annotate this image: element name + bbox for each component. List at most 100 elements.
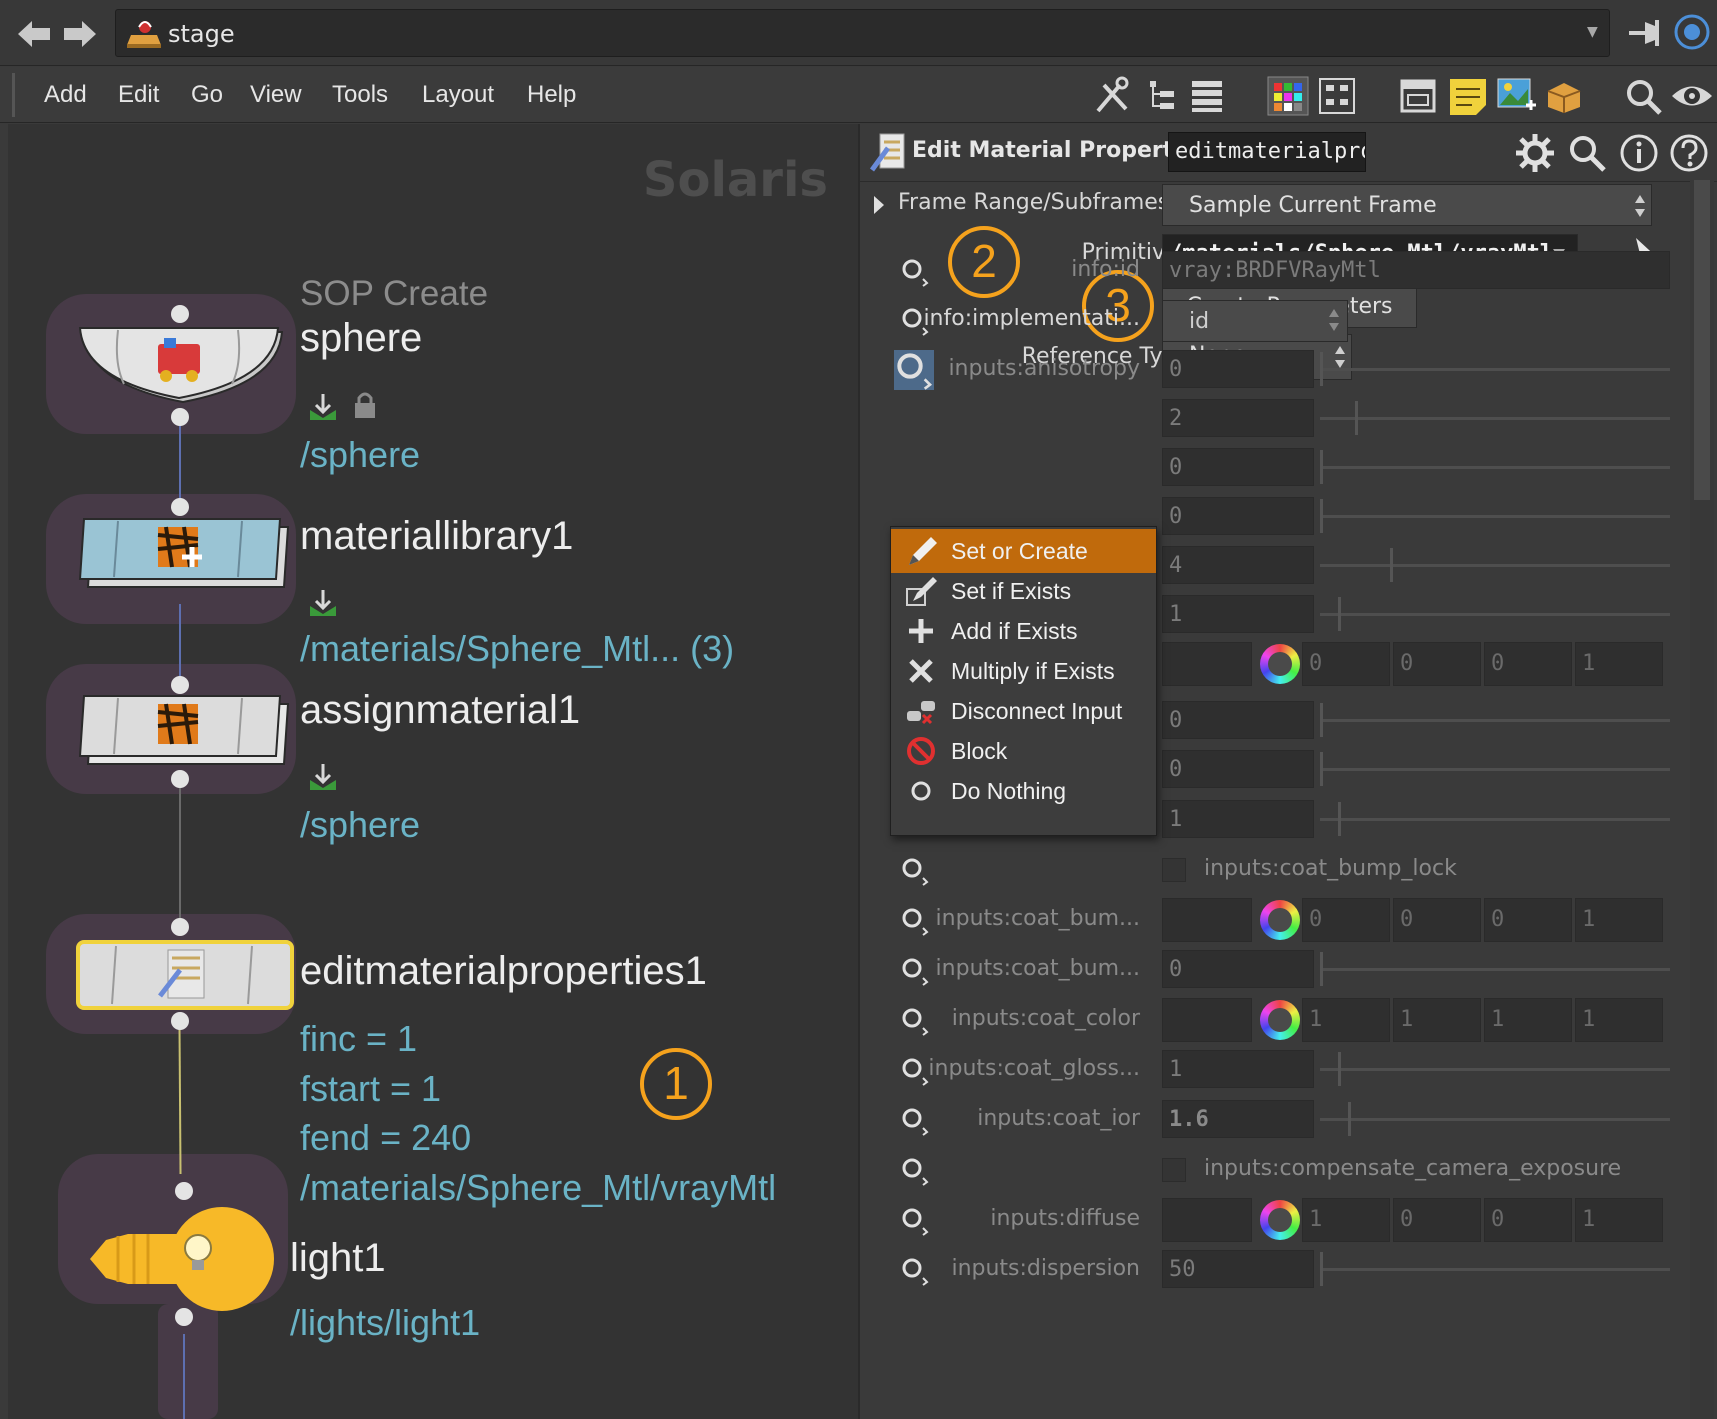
vector-component-field[interactable]: 0 <box>1302 642 1390 686</box>
parameter-slider[interactable] <box>1320 466 1670 469</box>
parameter-value-field[interactable]: 50 <box>1162 1250 1314 1288</box>
display-flag-icon[interactable] <box>308 588 338 618</box>
popup-item-set-if-exists[interactable]: Set if Exists <box>891 569 1156 613</box>
input-connector[interactable] <box>171 305 189 323</box>
input-connector[interactable] <box>175 1182 193 1200</box>
input-connector[interactable] <box>171 918 189 936</box>
path-dropdown-icon[interactable]: ▼ <box>1587 24 1601 40</box>
frame-range-menu[interactable]: Sample Current Frame <box>1162 184 1652 226</box>
parameter-slider[interactable] <box>1320 417 1670 420</box>
parameter-value-field[interactable]: 1 <box>1162 800 1314 838</box>
search-icon[interactable] <box>1622 75 1666 117</box>
pin-icon[interactable] <box>1625 16 1667 50</box>
vector-component-field[interactable]: 0 <box>1393 642 1481 686</box>
parameter-slider[interactable] <box>1320 1268 1670 1271</box>
tools-icon[interactable] <box>1090 75 1134 117</box>
color-field[interactable] <box>1162 998 1252 1042</box>
slider-handle[interactable] <box>1337 1052 1341 1086</box>
parameter-slider[interactable] <box>1320 1118 1670 1121</box>
popup-item-do-nothing[interactable]: Do Nothing <box>891 769 1156 813</box>
vector-component-field[interactable]: 1 <box>1575 1198 1663 1242</box>
vector-component-field[interactable]: 0 <box>1484 642 1572 686</box>
network-path-field[interactable]: stage ▼ <box>115 9 1610 57</box>
output-connector[interactable] <box>171 1012 189 1030</box>
parameter-slider[interactable] <box>1320 768 1670 771</box>
vector-component-field[interactable]: 0 <box>1302 898 1390 942</box>
popup-item-block[interactable]: Block <box>891 729 1156 773</box>
parameter-slider[interactable] <box>1320 368 1670 371</box>
parameter-value-field[interactable]: 2 <box>1162 399 1314 437</box>
node-name-label[interactable]: assignmaterial1 <box>300 688 580 733</box>
output-connector[interactable] <box>171 408 189 426</box>
input-connector[interactable] <box>171 498 189 516</box>
vector-component-field[interactable]: 1 <box>1575 998 1663 1042</box>
list-view-icon[interactable] <box>1186 75 1230 117</box>
lock-icon[interactable] <box>350 390 380 420</box>
info-icon[interactable] <box>1618 132 1660 174</box>
background-image-icon[interactable] <box>1494 75 1538 117</box>
menu-tools[interactable]: Tools <box>332 81 388 109</box>
display-flag-icon[interactable] <box>308 392 338 422</box>
menu-help[interactable]: Help <box>527 81 576 109</box>
parameter-operation-icon[interactable] <box>900 856 930 886</box>
menu-layout[interactable]: Layout <box>422 81 494 109</box>
slider-handle[interactable] <box>1337 597 1341 631</box>
parameter-value-field[interactable]: 0 <box>1162 448 1314 486</box>
parameter-scrollbar[interactable] <box>1690 180 1714 1419</box>
parameter-operation-icon[interactable] <box>900 1206 930 1236</box>
frame-range-label[interactable]: Frame Range/Subframes <box>898 190 1169 215</box>
slider-handle[interactable] <box>1320 703 1323 737</box>
color-palette-icon[interactable] <box>1266 75 1310 117</box>
slider-handle[interactable] <box>1320 752 1323 786</box>
subnet-box-icon[interactable] <box>1542 75 1586 117</box>
slider-handle[interactable] <box>1320 952 1323 986</box>
output-connector[interactable] <box>171 770 189 788</box>
parameter-value-field[interactable]: 0 <box>1162 950 1314 988</box>
slider-handle[interactable] <box>1320 450 1323 484</box>
color-wheel-icon[interactable] <box>1260 1000 1300 1040</box>
search-icon[interactable] <box>1566 132 1608 174</box>
parameter-value-field[interactable]: 1 <box>1162 595 1314 633</box>
forward-arrow-icon[interactable] <box>60 14 100 54</box>
menu-view[interactable]: View <box>250 81 302 109</box>
vector-component-field[interactable]: 1 <box>1393 998 1481 1042</box>
popup-item-multiply-if-exists[interactable]: Multiply if Exists <box>891 649 1156 693</box>
vector-component-field[interactable]: 1 <box>1302 1198 1390 1242</box>
slider-handle[interactable] <box>1348 1102 1351 1136</box>
sphere-node[interactable] <box>78 324 298 414</box>
parameter-slider[interactable] <box>1320 818 1670 821</box>
network-box-icon[interactable] <box>1396 75 1440 117</box>
parameter-operation-icon[interactable] <box>900 1006 930 1036</box>
parameter-slider[interactable] <box>1320 515 1670 518</box>
vector-component-field[interactable]: 1 <box>1302 998 1390 1042</box>
color-field[interactable] <box>1162 898 1252 942</box>
vector-component-field[interactable]: 0 <box>1484 1198 1572 1242</box>
slider-handle[interactable] <box>1320 352 1323 386</box>
parameter-value-field[interactable]: 1 <box>1162 1050 1314 1088</box>
menu-go[interactable]: Go <box>191 81 223 109</box>
link-pane-icon[interactable] <box>1672 12 1712 52</box>
vector-component-field[interactable]: 0 <box>1484 898 1572 942</box>
display-flag-icon[interactable] <box>308 762 338 792</box>
parameter-operation-icon[interactable] <box>900 257 930 287</box>
expand-arrow-icon[interactable] <box>872 194 886 216</box>
popup-item-set-or-create[interactable]: Set or Create <box>891 529 1156 573</box>
parameter-operation-icon[interactable] <box>900 906 930 936</box>
parameter-operation-icon[interactable] <box>894 350 934 390</box>
slider-handle[interactable] <box>1320 499 1323 533</box>
parameter-value-field[interactable]: 0 <box>1162 750 1314 788</box>
popup-item-add-if-exists[interactable]: Add if Exists <box>891 609 1156 653</box>
parameter-operation-icon[interactable] <box>900 1156 930 1186</box>
editmaterialproperties1-node[interactable] <box>76 940 296 1014</box>
parameter-slider[interactable] <box>1320 1068 1670 1071</box>
vector-component-field[interactable]: 0 <box>1393 898 1481 942</box>
network-editor[interactable]: Solaris SOP Create sphere /sphere materi… <box>8 124 858 1419</box>
parameter-operation-icon[interactable] <box>900 1056 930 1086</box>
vector-component-field[interactable]: 0 <box>1393 1198 1481 1242</box>
node-name-label[interactable]: light1 <box>290 1236 386 1281</box>
menubar-grip[interactable] <box>12 73 26 117</box>
parameter-value-field[interactable]: 0 <box>1162 350 1314 388</box>
sticky-note-icon[interactable] <box>1446 75 1490 117</box>
parameter-slider[interactable] <box>1320 968 1670 971</box>
output-connector[interactable] <box>175 1308 193 1326</box>
